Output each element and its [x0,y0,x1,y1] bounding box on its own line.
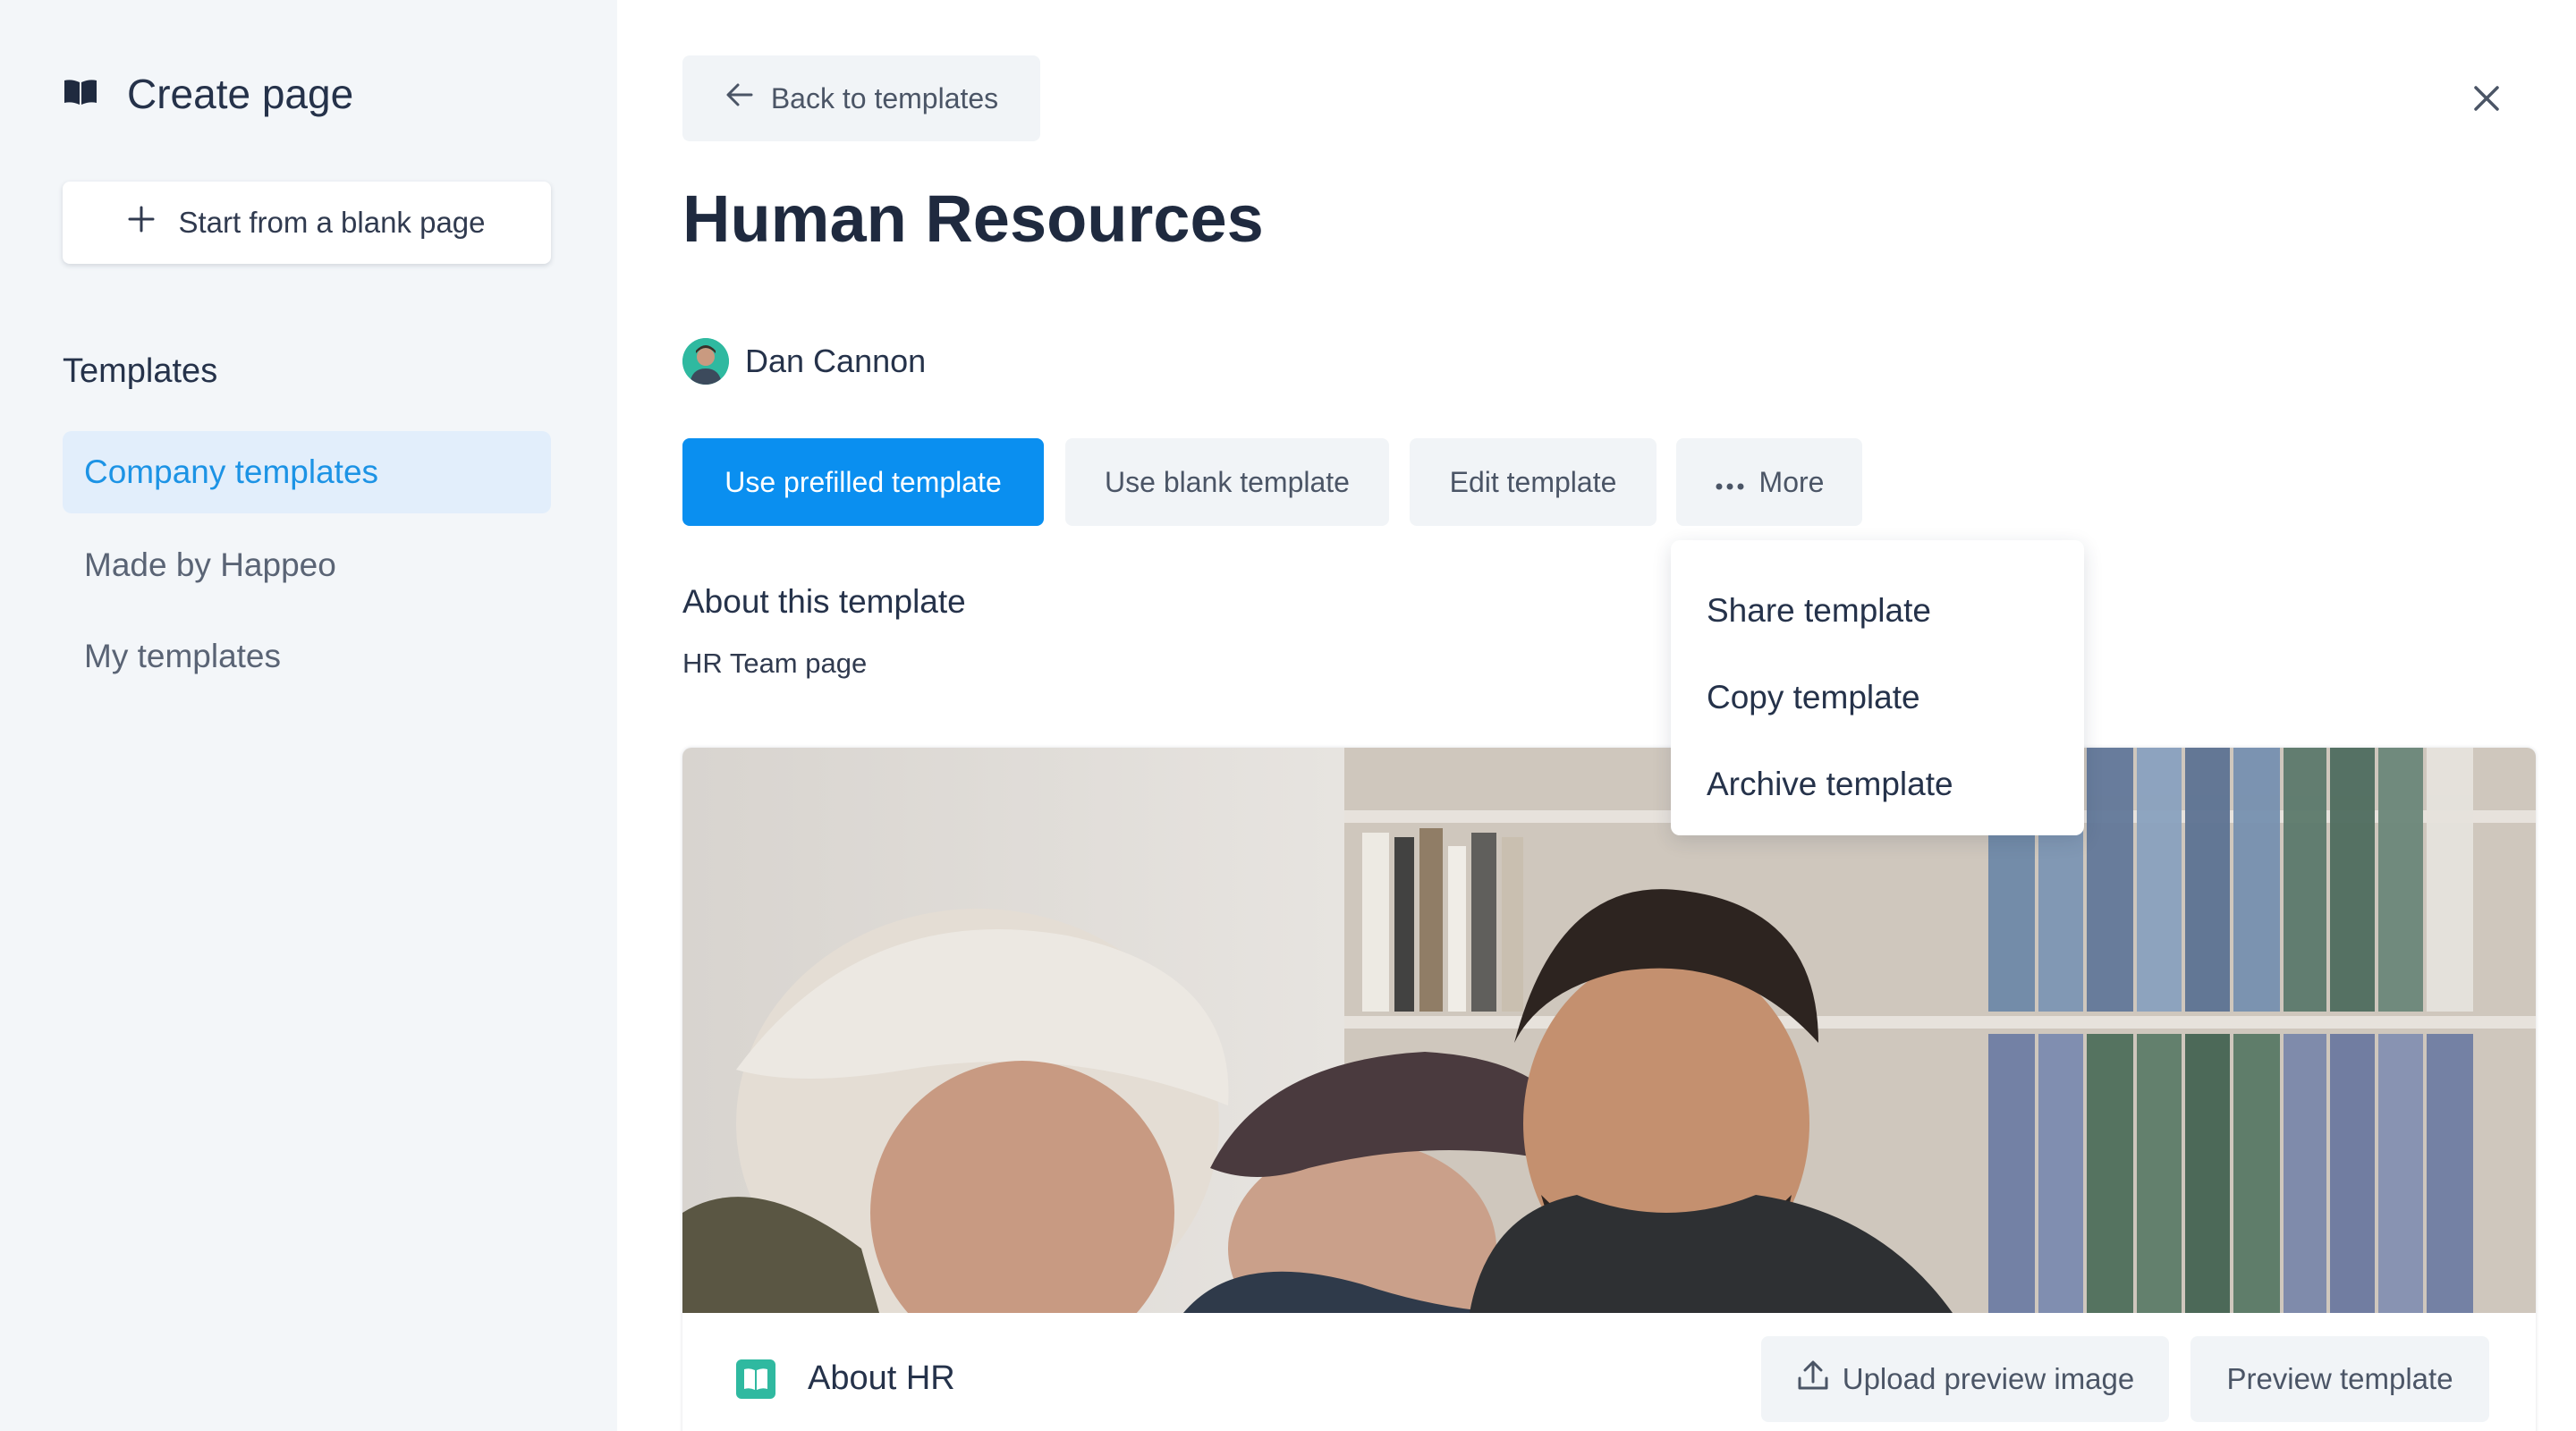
edit-template-button[interactable]: Edit template [1410,438,1657,526]
plus-icon [128,206,178,240]
hero-image [682,748,2536,1313]
edit-template-label: Edit template [1449,465,1617,498]
templates-section-label: Templates [63,352,218,390]
about-description: HR Team page [682,648,868,679]
back-to-templates-button[interactable]: Back to templates [682,55,1040,141]
template-card: About HR Upload preview image Preview te… [682,748,2536,1431]
preview-template-button[interactable]: Preview template [2190,1336,2489,1422]
menu-item-share-template[interactable]: Share template [1671,567,2084,654]
close-icon [2469,86,2504,120]
sidebar-item-company-templates[interactable]: Company templates [63,431,551,513]
avatar [682,338,729,385]
upload-icon [1796,1359,1843,1400]
sidebar-item-my-templates[interactable]: My templates [63,615,551,698]
sidebar: Create page Start from a blank page Temp… [0,0,617,1431]
template-detail: Back to templates Human Resources Dan Ca… [617,0,2576,1431]
back-label: Back to templates [770,81,999,114]
about-heading: About this template [682,583,966,620]
more-label: More [1758,465,1825,498]
menu-item-copy-template[interactable]: Copy template [1671,654,2084,741]
book-open-icon [736,1359,775,1399]
more-button[interactable]: More [1676,438,1862,526]
author: Dan Cannon [682,338,926,385]
sidebar-item-label: My templates [84,638,282,674]
author-name: Dan Cannon [745,343,927,379]
upload-preview-image-button[interactable]: Upload preview image [1761,1336,2169,1422]
arrow-left-icon [724,80,771,117]
sidebar-header: Create page [63,70,353,118]
sidebar-item-made-by-happeo[interactable]: Made by Happeo [63,524,551,606]
sidebar-item-label: Made by Happeo [84,546,336,583]
start-blank-page-label: Start from a blank page [178,206,486,239]
sidebar-item-label: Company templates [84,453,379,490]
use-prefilled-template-label: Use prefilled template [724,465,1002,498]
menu-item-archive-template[interactable]: Archive template [1671,741,2084,827]
sidebar-title: Create page [127,71,354,117]
page-title: Human Resources [682,182,1264,256]
book-icon [63,78,98,111]
more-menu: Share template Copy template Archive tem… [1671,540,2084,835]
card-title: About HR [808,1359,955,1397]
use-prefilled-template-button[interactable]: Use prefilled template [682,438,1044,526]
close-button[interactable] [2469,80,2504,116]
more-dots-icon [1715,466,1759,499]
create-page-dialog: Create page Start from a blank page Temp… [0,0,2576,1431]
use-blank-template-button[interactable]: Use blank template [1065,438,1389,526]
start-blank-page-button[interactable]: Start from a blank page [63,182,551,264]
use-blank-template-label: Use blank template [1105,465,1350,498]
card-footer: About HR Upload preview image Preview te… [682,1313,2536,1431]
upload-preview-image-label: Upload preview image [1842,1362,2135,1395]
preview-template-label: Preview template [2226,1362,2453,1395]
